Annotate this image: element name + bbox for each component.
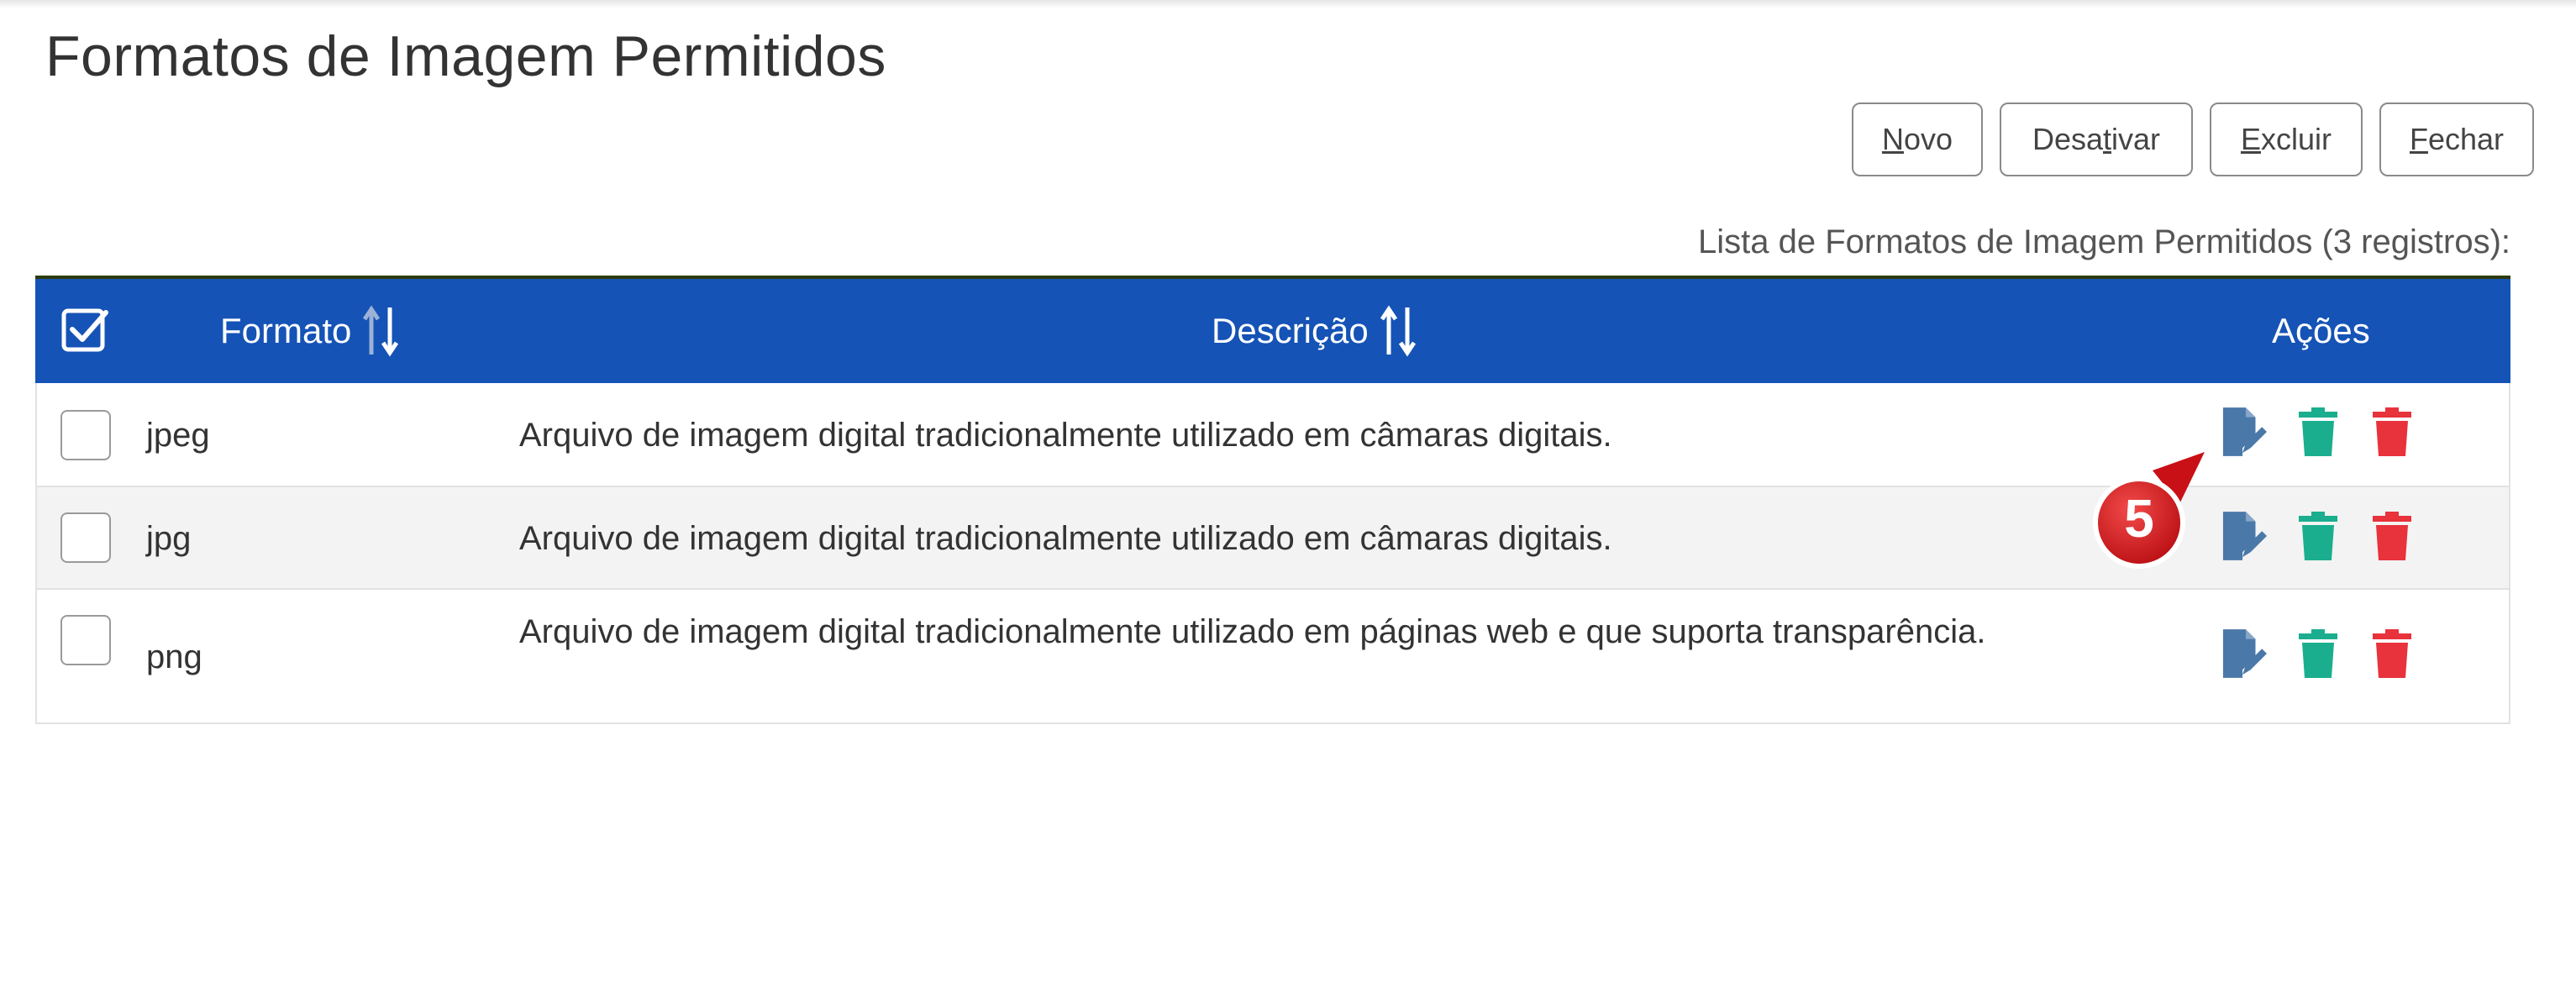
table-row: png Arquivo de imagem digital tradiciona… bbox=[35, 590, 2510, 724]
callout-number: 5 bbox=[2124, 488, 2154, 549]
page-title: Formatos de Imagem Permitidos bbox=[45, 24, 886, 88]
row-description: Arquivo de imagem digital tradicionalmen… bbox=[519, 613, 1986, 650]
toolbar: Novo Desa t ivar Excluir Fechar bbox=[1852, 102, 2534, 176]
format-header-label: Formato bbox=[220, 311, 352, 350]
row-actions bbox=[2221, 509, 2415, 563]
column-header-actions: Ações bbox=[2272, 311, 2370, 350]
desativar-button[interactable]: Desa t ivar bbox=[2000, 102, 2193, 176]
desativar-accesskey: t bbox=[2103, 122, 2112, 156]
row-format: jpg bbox=[146, 519, 192, 557]
table-header: Formato Descrição Ações bbox=[35, 279, 2510, 383]
excluir-label: xcluir bbox=[2261, 122, 2332, 156]
row-actions bbox=[2221, 627, 2415, 680]
desativar-label-b: ivar bbox=[2111, 122, 2161, 156]
sort-arrows-icon[interactable] bbox=[360, 304, 402, 358]
row-checkbox[interactable] bbox=[60, 512, 111, 563]
column-header-description[interactable]: Descrição bbox=[1212, 279, 1419, 383]
sort-arrows-icon[interactable] bbox=[1377, 304, 1419, 358]
column-header-format[interactable]: Formato bbox=[220, 279, 402, 383]
deactivate-trash-icon[interactable] bbox=[2295, 509, 2341, 563]
fechar-button[interactable]: Fechar bbox=[2379, 102, 2534, 176]
delete-trash-icon[interactable] bbox=[2369, 627, 2415, 680]
row-checkbox[interactable] bbox=[60, 410, 111, 460]
edit-icon[interactable] bbox=[2221, 405, 2267, 459]
fechar-accesskey: F bbox=[2409, 122, 2428, 156]
novo-label: ovo bbox=[1903, 122, 1953, 156]
delete-trash-icon[interactable] bbox=[2369, 405, 2415, 459]
top-shadow bbox=[0, 0, 2576, 8]
row-actions bbox=[2221, 405, 2415, 459]
list-caption: Lista de Formatos de Imagem Permitidos (… bbox=[1697, 223, 2510, 260]
novo-button[interactable]: Novo bbox=[1852, 102, 1983, 176]
deactivate-trash-icon[interactable] bbox=[2295, 405, 2341, 459]
description-header-label: Descrição bbox=[1212, 311, 1369, 350]
edit-icon[interactable] bbox=[2221, 509, 2267, 563]
row-checkbox[interactable] bbox=[60, 615, 111, 665]
row-description: Arquivo de imagem digital tradicionalmen… bbox=[519, 520, 1612, 557]
novo-accesskey: N bbox=[1881, 122, 1904, 156]
excluir-button[interactable]: Excluir bbox=[2210, 102, 2363, 176]
row-format: png bbox=[146, 638, 202, 675]
fechar-label: echar bbox=[2427, 122, 2505, 156]
row-description: Arquivo de imagem digital tradicionalmen… bbox=[519, 417, 1612, 454]
edit-icon[interactable] bbox=[2221, 627, 2267, 680]
select-all-checkbox[interactable] bbox=[60, 279, 111, 383]
desativar-label-a: Desa bbox=[2032, 122, 2103, 156]
excluir-accesskey: E bbox=[2240, 122, 2261, 156]
delete-trash-icon[interactable] bbox=[2369, 509, 2415, 563]
row-format: jpeg bbox=[146, 416, 210, 454]
deactivate-trash-icon[interactable] bbox=[2295, 627, 2341, 680]
checkbox-checked-icon bbox=[61, 308, 108, 352]
